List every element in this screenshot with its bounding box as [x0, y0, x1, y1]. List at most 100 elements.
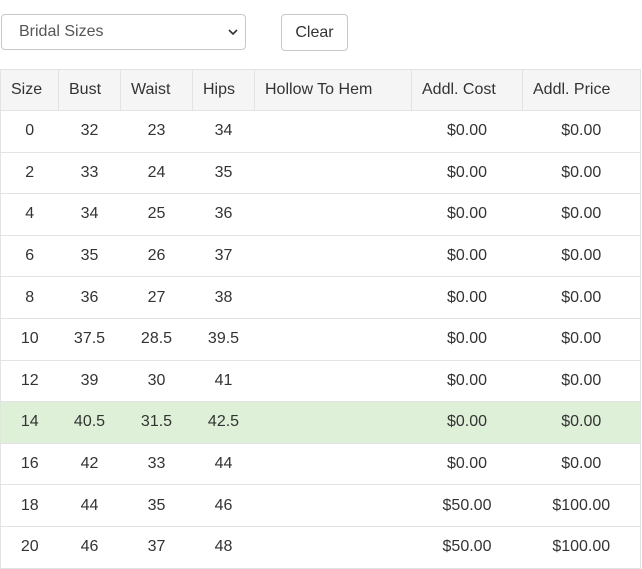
cell-hips: 34	[192, 110, 255, 153]
size-chart-select[interactable]: Bridal Sizes	[1, 14, 246, 50]
cell-bust: 39	[58, 359, 121, 403]
cell-bust: 34	[58, 193, 121, 236]
cell-addl-price: $0.00	[522, 401, 641, 444]
cell-addl-cost: $0.00	[411, 151, 523, 195]
cell-bust: 32	[58, 110, 121, 153]
cell-hollow-to-hem	[254, 110, 412, 153]
cell-hollow-to-hem	[254, 193, 412, 236]
table-row: 0 32 23 34 $0.00 $0.00	[0, 110, 641, 153]
header-hollow-to-hem: Hollow To Hem	[254, 69, 412, 111]
cell-hips: 46	[192, 484, 255, 527]
cell-waist: 28.5	[120, 317, 193, 361]
cell-size: 14	[0, 401, 59, 444]
cell-addl-price: $100.00	[522, 525, 641, 569]
cell-size: 10	[0, 317, 59, 361]
cell-hips: 41	[192, 359, 255, 403]
cell-hips: 36	[192, 193, 255, 236]
cell-hollow-to-hem	[254, 151, 412, 195]
table-row: 4 34 25 36 $0.00 $0.00	[0, 193, 641, 236]
cell-addl-cost: $50.00	[411, 525, 523, 569]
cell-bust: 42	[58, 442, 121, 486]
header-waist: Waist	[120, 69, 193, 111]
cell-hips: 44	[192, 442, 255, 486]
cell-addl-cost: $0.00	[411, 401, 523, 444]
cell-size: 18	[0, 484, 59, 527]
cell-size: 4	[0, 193, 59, 236]
table-row: 20 46 37 48 $50.00 $100.00	[0, 525, 641, 569]
cell-hips: 42.5	[192, 401, 255, 444]
cell-addl-price: $0.00	[522, 110, 641, 153]
cell-bust: 33	[58, 151, 121, 195]
cell-addl-price: $0.00	[522, 442, 641, 486]
cell-bust: 35	[58, 234, 121, 278]
cell-waist: 26	[120, 234, 193, 278]
cell-addl-cost: $0.00	[411, 193, 523, 236]
cell-waist: 35	[120, 484, 193, 527]
cell-addl-price: $0.00	[522, 193, 641, 236]
toolbar: Bridal Sizes Clear	[0, 0, 642, 69]
header-size: Size	[0, 69, 59, 111]
table-row: 12 39 30 41 $0.00 $0.00	[0, 359, 641, 403]
table-row: 14 40.5 31.5 42.5 $0.00 $0.00	[0, 401, 641, 444]
cell-size: 0	[0, 110, 59, 153]
size-chart-select-value: Bridal Sizes	[19, 23, 104, 40]
cell-waist: 31.5	[120, 401, 193, 444]
cell-addl-price: $0.00	[522, 151, 641, 195]
cell-hollow-to-hem	[254, 234, 412, 278]
cell-size: 2	[0, 151, 59, 195]
cell-hollow-to-hem	[254, 401, 412, 444]
cell-size: 8	[0, 276, 59, 319]
cell-hollow-to-hem	[254, 317, 412, 361]
header-hips: Hips	[192, 69, 255, 111]
cell-addl-price: $0.00	[522, 317, 641, 361]
cell-bust: 46	[58, 525, 121, 569]
table-row: 18 44 35 46 $50.00 $100.00	[0, 484, 641, 527]
table-row: 8 36 27 38 $0.00 $0.00	[0, 276, 641, 319]
cell-addl-cost: $0.00	[411, 234, 523, 278]
cell-waist: 23	[120, 110, 193, 153]
cell-size: 6	[0, 234, 59, 278]
cell-hips: 35	[192, 151, 255, 195]
table-header-row: Size Bust Waist Hips Hollow To Hem Addl.…	[0, 69, 641, 111]
cell-hips: 37	[192, 234, 255, 278]
chevron-down-icon	[228, 29, 238, 36]
header-addl-price: Addl. Price	[522, 69, 641, 111]
cell-addl-price: $0.00	[522, 276, 641, 319]
cell-bust: 40.5	[58, 401, 121, 444]
table-row: 6 35 26 37 $0.00 $0.00	[0, 234, 641, 278]
cell-size: 16	[0, 442, 59, 486]
cell-hollow-to-hem	[254, 359, 412, 403]
cell-waist: 27	[120, 276, 193, 319]
cell-waist: 37	[120, 525, 193, 569]
cell-bust: 36	[58, 276, 121, 319]
size-chart-table: Size Bust Waist Hips Hollow To Hem Addl.…	[0, 69, 641, 569]
header-bust: Bust	[58, 69, 121, 111]
cell-addl-cost: $0.00	[411, 110, 523, 153]
cell-hips: 48	[192, 525, 255, 569]
cell-hollow-to-hem	[254, 276, 412, 319]
cell-hollow-to-hem	[254, 484, 412, 527]
cell-waist: 33	[120, 442, 193, 486]
cell-hips: 39.5	[192, 317, 255, 361]
cell-addl-cost: $0.00	[411, 359, 523, 403]
cell-waist: 25	[120, 193, 193, 236]
cell-size: 12	[0, 359, 59, 403]
cell-addl-price: $0.00	[522, 234, 641, 278]
header-addl-cost: Addl. Cost	[411, 69, 523, 111]
cell-addl-cost: $0.00	[411, 276, 523, 319]
table-row: 10 37.5 28.5 39.5 $0.00 $0.00	[0, 317, 641, 361]
table-row: 16 42 33 44 $0.00 $0.00	[0, 442, 641, 486]
cell-hollow-to-hem	[254, 442, 412, 486]
cell-waist: 30	[120, 359, 193, 403]
cell-addl-cost: $50.00	[411, 484, 523, 527]
cell-waist: 24	[120, 151, 193, 195]
cell-addl-cost: $0.00	[411, 442, 523, 486]
clear-button[interactable]: Clear	[281, 14, 348, 51]
cell-addl-price: $100.00	[522, 484, 641, 527]
cell-bust: 44	[58, 484, 121, 527]
cell-size: 20	[0, 525, 59, 569]
cell-hollow-to-hem	[254, 525, 412, 569]
table-row: 2 33 24 35 $0.00 $0.00	[0, 151, 641, 195]
cell-addl-cost: $0.00	[411, 317, 523, 361]
cell-hips: 38	[192, 276, 255, 319]
